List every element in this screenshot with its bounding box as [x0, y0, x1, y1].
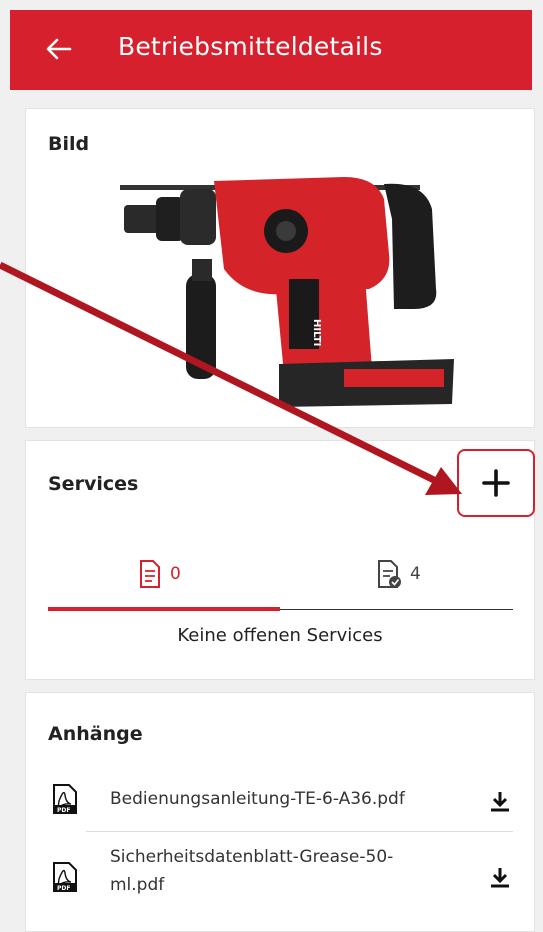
download-icon[interactable]: [488, 865, 512, 889]
plus-icon: [482, 469, 510, 497]
app-bar: Betriebsmitteldetails: [10, 10, 532, 90]
svg-text:HILTI: HILTI: [311, 319, 322, 346]
pdf-file-icon: PDF: [53, 784, 77, 814]
attachment-item[interactable]: PDF Sicherheitsdatenblatt-Grease-50- ml.…: [48, 843, 513, 907]
empty-services-text: Keine offenen Services: [177, 625, 383, 646]
image-card-title: Bild: [48, 133, 90, 155]
attachment-name-line-1: Sicherheitsdatenblatt-Grease-50-: [110, 847, 394, 867]
add-service-button[interactable]: [457, 449, 535, 517]
attachment-name-line-2: ml.pdf: [110, 875, 165, 895]
attachment-name: Sicherheitsdatenblatt-Grease-50- ml.pdf: [110, 843, 393, 899]
attachment-item[interactable]: PDF Bedienungsanleitung-TE-6-A36.pdf: [48, 779, 513, 823]
page-title: Betriebsmitteldetails: [118, 32, 383, 61]
open-services-count: 0: [170, 564, 181, 584]
hammer-drill-image: HILTI: [120, 177, 454, 407]
attachment-divider: [86, 831, 513, 832]
document-check-icon: [378, 560, 401, 588]
tab-completed-services[interactable]: 4: [376, 549, 421, 599]
attachment-name: Bedienungsanleitung-TE-6-A36.pdf: [110, 789, 405, 809]
svg-text:PDF: PDF: [57, 885, 70, 892]
image-card: Bild HILTI: [25, 108, 535, 428]
back-arrow-icon[interactable]: [44, 34, 74, 64]
attachments-title: Anhänge: [48, 723, 143, 745]
services-card: Services 0 4 Keine offenen Services: [25, 440, 535, 680]
svg-text:PDF: PDF: [57, 807, 70, 814]
attachments-card: Anhänge PDF Bedienungsanleitung-TE-6-A36…: [25, 692, 535, 932]
active-tab-indicator: [48, 607, 280, 611]
download-icon[interactable]: [488, 789, 512, 813]
tab-open-services[interactable]: 0: [138, 549, 181, 599]
completed-services-count: 4: [410, 564, 421, 584]
document-icon: [140, 560, 160, 588]
pdf-file-icon: PDF: [53, 862, 77, 892]
services-title: Services: [48, 473, 139, 495]
